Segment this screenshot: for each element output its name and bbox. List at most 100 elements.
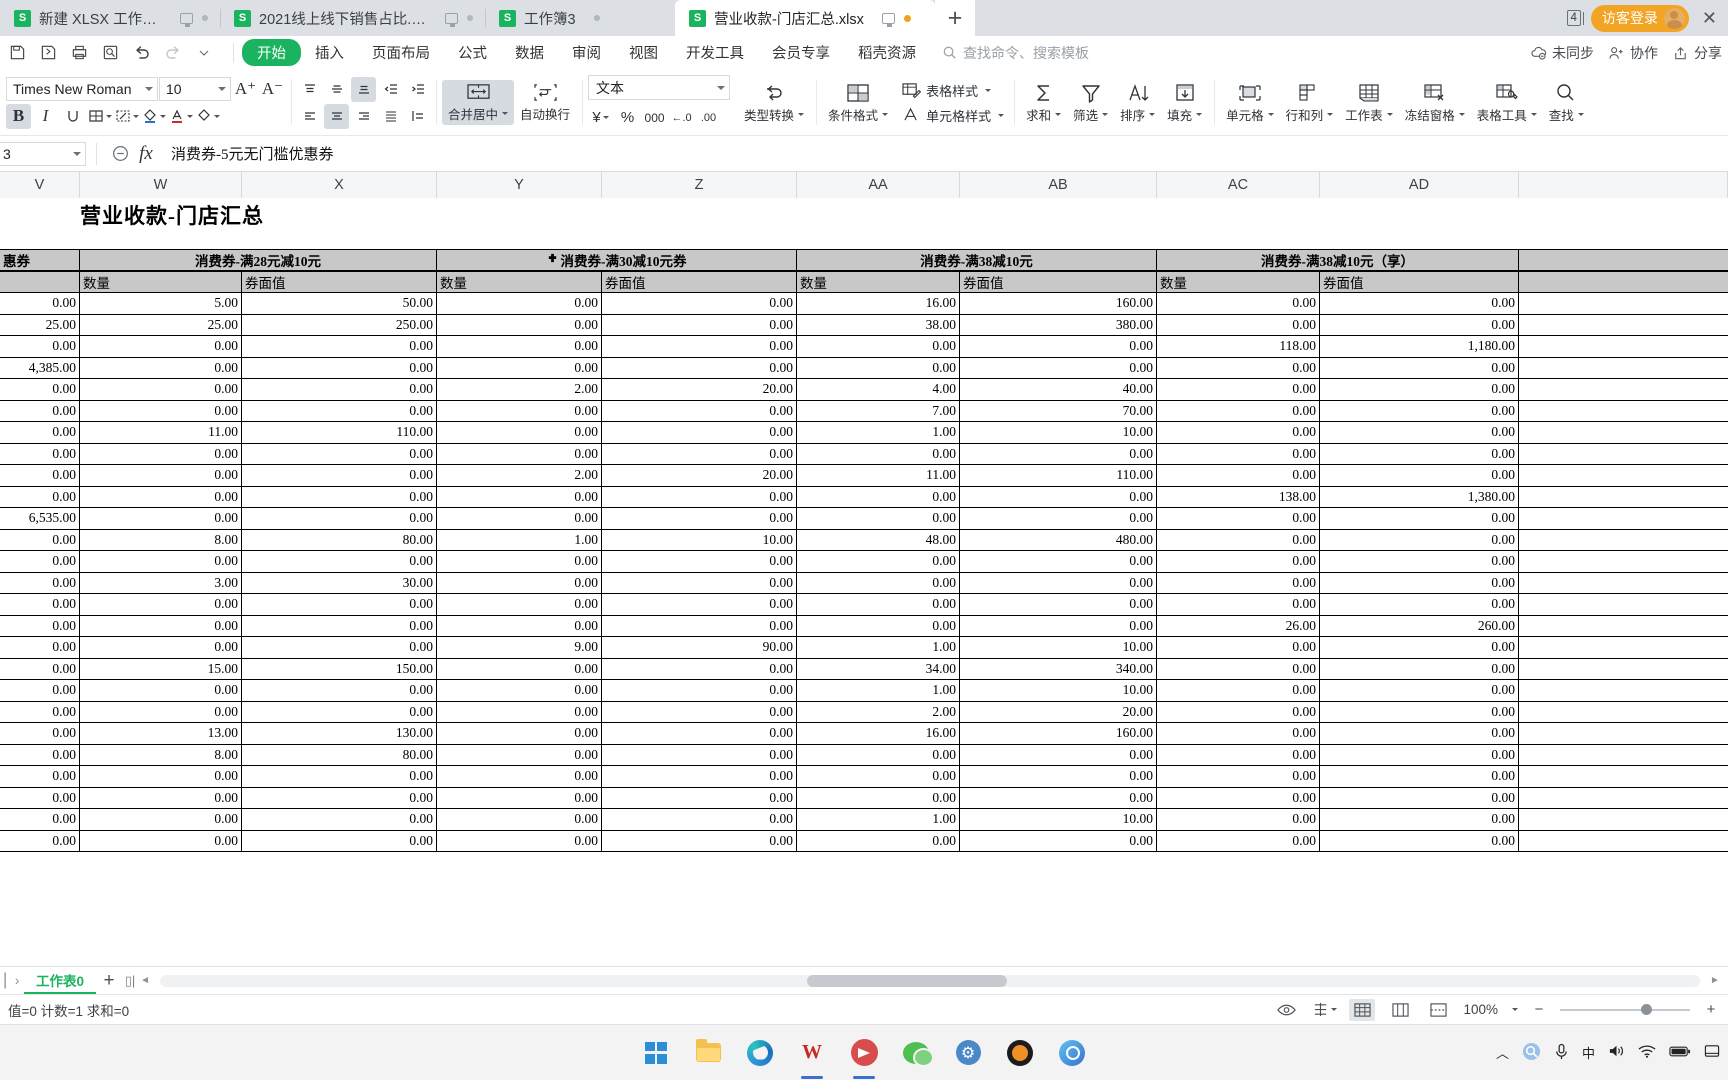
table-cell[interactable]: 0.00 [960,615,1157,637]
table-cell[interactable]: 0.00 [797,830,960,852]
table-cell[interactable]: 0.00 [80,357,242,379]
table-cell[interactable] [1519,444,1728,465]
sub-header-cell-1[interactable]: 数量 [80,271,242,293]
table-cell[interactable]: 0.00 [602,443,797,465]
bold-button[interactable]: B [6,103,31,129]
table-cell[interactable]: 0.00 [437,809,602,831]
table-cell[interactable]: 0.00 [80,787,242,809]
table-cell[interactable]: 0.00 [242,787,437,809]
table-cell[interactable]: 0.00 [1157,508,1320,530]
column-header-AC[interactable]: AC [1157,172,1320,198]
table-cell[interactable]: 0.00 [1320,357,1519,379]
percent-format-button[interactable]: % [615,105,640,130]
group-header-cell-0[interactable]: 惠券 [0,249,80,271]
table-cell[interactable]: 0.00 [0,422,80,444]
comma-format-button[interactable]: 000 [642,105,667,130]
table-cell[interactable] [1519,530,1728,551]
table-cell[interactable]: 0.00 [1157,529,1320,551]
table-cell[interactable]: 0.00 [1320,744,1519,766]
table-cell[interactable] [1519,702,1728,723]
sheet-nav-prev-icon[interactable]: ▏› [0,968,24,994]
table-cell[interactable]: 0.00 [0,701,80,723]
page-layout-button[interactable] [1387,999,1413,1021]
column-header-Y[interactable]: Y [437,172,602,198]
table-cell[interactable] [1519,401,1728,422]
tab-developer-tools[interactable]: 开发工具 [672,39,758,66]
table-cell[interactable]: 0.00 [242,809,437,831]
normal-view-button[interactable] [1349,998,1376,1021]
table-cell[interactable]: 0.00 [437,422,602,444]
table-cell[interactable]: 1.00 [797,637,960,659]
italic-button[interactable]: I [33,104,58,129]
group-header-cell-2[interactable]: 消费券-满30减10元券 [437,249,797,271]
table-cell[interactable]: 0.00 [0,637,80,659]
table-cell[interactable]: 16.00 [797,293,960,315]
column-header-Z[interactable]: Z [602,172,797,198]
table-cell[interactable]: 0.00 [80,551,242,573]
table-cell[interactable]: 0.00 [0,615,80,637]
table-cell[interactable] [1519,465,1728,487]
table-cell[interactable]: 0.00 [1157,809,1320,831]
filter-button[interactable]: 筛选 [1067,80,1114,126]
table-cell[interactable] [1519,659,1728,680]
table-cell[interactable]: 0.00 [242,379,437,401]
insert-function-icon[interactable]: fx [133,141,159,167]
decrease-indent-button[interactable] [378,77,403,102]
name-box[interactable]: 3 [0,141,86,166]
table-cell[interactable]: 0.00 [602,701,797,723]
table-cell[interactable]: 0.00 [602,830,797,852]
table-cell[interactable]: 0.00 [1157,830,1320,852]
tab-preview-icon[interactable] [881,12,895,27]
align-center-button[interactable] [324,103,349,129]
table-cell[interactable]: 40.00 [960,379,1157,401]
increase-font-size-button[interactable]: A⁺ [233,77,258,102]
text-orientation-button[interactable] [405,104,430,129]
zoom-out-button[interactable]: − [1530,1001,1548,1018]
table-cell[interactable]: 0.00 [1157,701,1320,723]
table-cell[interactable]: 0.00 [960,744,1157,766]
table-cell[interactable]: 0.00 [602,594,797,616]
table-cell[interactable]: 10.00 [960,809,1157,831]
table-cell[interactable]: 0.00 [1320,508,1519,530]
table-cell[interactable]: 0.00 [0,680,80,702]
table-cell[interactable]: 0.00 [1157,723,1320,745]
table-cell[interactable]: 0.00 [437,787,602,809]
table-cell[interactable]: 0.00 [0,787,80,809]
font-name-select[interactable]: Times New Roman [6,77,158,101]
border-style-button[interactable] [114,104,139,129]
table-cell[interactable]: 20.00 [960,701,1157,723]
sub-header-cell-5[interactable]: 数量 [797,271,960,293]
table-cell[interactable]: 0.00 [0,529,80,551]
table-cell[interactable]: 0.00 [437,486,602,508]
file-explorer-button[interactable] [691,1036,725,1070]
table-cell[interactable]: 0.00 [0,400,80,422]
zoom-in-button[interactable]: + [1702,1001,1720,1018]
table-cell[interactable]: 0.00 [602,787,797,809]
font-color-button[interactable] [168,104,193,129]
table-cell[interactable]: 0.00 [437,723,602,745]
table-cell[interactable]: 0.00 [437,572,602,594]
table-cell[interactable] [1519,680,1728,702]
cell-style-button[interactable]: 单元格样式 [898,104,1008,127]
ime-label[interactable]: 中 [1582,1043,1595,1062]
column-header-AA[interactable]: AA [797,172,960,198]
print-icon[interactable] [66,40,93,66]
table-cell[interactable]: 0.00 [797,615,960,637]
tab-data[interactable]: 数据 [501,39,558,66]
table-cell[interactable]: 90.00 [602,637,797,659]
table-cell[interactable]: 7.00 [797,400,960,422]
table-cell[interactable]: 0.00 [80,615,242,637]
table-cell[interactable]: 0.00 [437,615,602,637]
table-cell[interactable]: 0.00 [1157,572,1320,594]
table-cell[interactable]: 0.00 [1320,422,1519,444]
table-cell[interactable]: 0.00 [797,443,960,465]
sub-header-cell-9[interactable] [1519,271,1728,293]
table-cell[interactable]: 0.00 [80,701,242,723]
table-cell[interactable]: 0.00 [0,766,80,788]
start-button[interactable] [639,1036,673,1070]
table-cell[interactable]: 8.00 [80,744,242,766]
table-cell[interactable]: 138.00 [1157,486,1320,508]
wps-office-button[interactable]: W [795,1036,829,1070]
font-size-select[interactable]: 10 [159,77,231,101]
table-cell[interactable]: 0.00 [1157,293,1320,315]
